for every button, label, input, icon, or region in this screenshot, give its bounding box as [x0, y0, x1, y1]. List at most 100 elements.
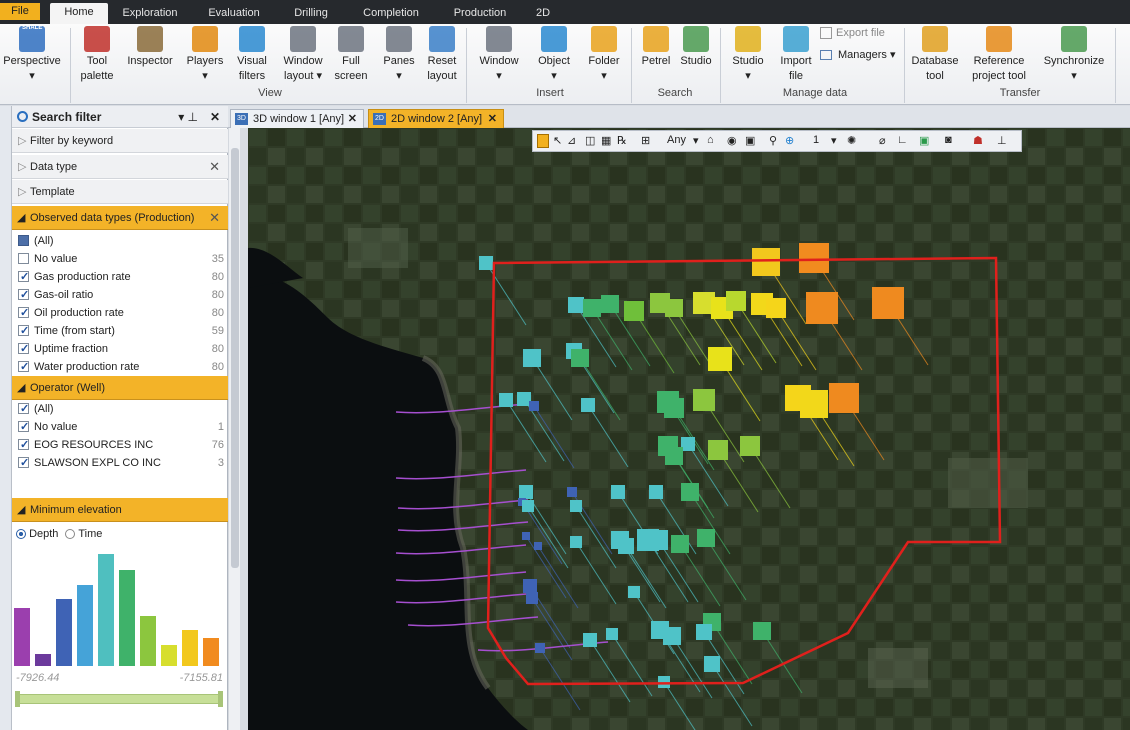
- well-marker[interactable]: [697, 529, 715, 547]
- window-button[interactable]: Window ▾: [476, 26, 522, 84]
- well-marker[interactable]: [671, 535, 689, 553]
- filter-row[interactable]: EOG RESOURCES INC 76: [12, 436, 228, 454]
- select-tool-icon[interactable]: [537, 134, 549, 148]
- well-marker[interactable]: [665, 299, 683, 317]
- grid-icon[interactable]: ▦: [601, 134, 611, 147]
- reference-project-tool-button[interactable]: Reference project tool: [964, 26, 1034, 84]
- well-marker[interactable]: [753, 622, 771, 640]
- pointer-icon[interactable]: ↖: [553, 134, 562, 147]
- well-marker[interactable]: [570, 500, 582, 512]
- filter-row[interactable]: Gas-oil ratio 80: [12, 286, 228, 304]
- well-marker[interactable]: [535, 643, 545, 653]
- well-marker[interactable]: [872, 287, 904, 319]
- pin-icon[interactable]: ▾ ⊥: [178, 106, 198, 128]
- well-marker[interactable]: [800, 390, 828, 418]
- draw-icon[interactable]: ⌀: [879, 134, 886, 147]
- home-view-icon[interactable]: ⌂: [707, 134, 714, 146]
- pin-icon[interactable]: ⊥: [997, 134, 1007, 147]
- full-screen-button[interactable]: Full screen: [334, 26, 368, 84]
- well-marker[interactable]: [649, 485, 663, 499]
- ribbon-tab-home[interactable]: Home: [50, 3, 108, 24]
- checkbox[interactable]: [18, 253, 29, 264]
- filter-row[interactable]: (All): [12, 400, 228, 418]
- well-marker[interactable]: [752, 248, 780, 276]
- perspective-button[interactable]: Perspective ▾: [0, 26, 64, 84]
- ribbon-tab-file[interactable]: File: [0, 3, 40, 20]
- clear-icon[interactable]: ✕: [209, 155, 220, 179]
- checkbox[interactable]: [18, 436, 29, 454]
- well-marker[interactable]: [534, 542, 542, 550]
- target-icon[interactable]: ⊕: [785, 134, 794, 147]
- well-marker[interactable]: [526, 592, 538, 604]
- filter-row[interactable]: Water production rate 80: [12, 358, 228, 376]
- filter-row[interactable]: (All): [12, 232, 228, 250]
- time-radio[interactable]: [65, 529, 76, 540]
- data-type-section[interactable]: ▷ Data type ✕: [12, 155, 228, 179]
- checkbox[interactable]: [18, 358, 29, 376]
- screenshot-icon[interactable]: ◙: [945, 134, 952, 146]
- well-marker[interactable]: [704, 656, 720, 672]
- well-marker[interactable]: [708, 347, 732, 371]
- well-marker[interactable]: [829, 383, 859, 413]
- close-tab-icon[interactable]: ✕: [488, 110, 497, 129]
- scale-value[interactable]: 1: [813, 134, 819, 146]
- filter-row[interactable]: Oil production rate 80: [12, 304, 228, 322]
- database-tool-button[interactable]: Database tool: [910, 26, 960, 84]
- observed-data-types-header[interactable]: ◢ Observed data types (Production) ✕: [12, 206, 228, 230]
- well-marker[interactable]: [664, 398, 684, 418]
- well-marker[interactable]: [581, 398, 595, 412]
- template-section[interactable]: ▷ Template: [12, 180, 228, 204]
- well-marker[interactable]: [648, 530, 668, 550]
- players-button[interactable]: Players ▾: [184, 26, 226, 84]
- filter-row[interactable]: No value 35: [12, 250, 228, 268]
- scroll-thumb[interactable]: [231, 148, 239, 568]
- well-marker[interactable]: [696, 624, 712, 640]
- window-layout-button[interactable]: Window layout ▾: [280, 26, 326, 84]
- axis-icon[interactable]: ∟: [897, 134, 908, 146]
- well-marker[interactable]: [740, 436, 760, 456]
- filter-row[interactable]: SLAWSON EXPL CO INC 3: [12, 454, 228, 472]
- checkbox[interactable]: [18, 304, 29, 322]
- well-marker[interactable]: [517, 392, 531, 406]
- export-file-button[interactable]: Export file: [820, 27, 885, 40]
- checkbox[interactable]: [18, 286, 29, 304]
- well-marker[interactable]: [663, 627, 681, 645]
- checkbox[interactable]: [18, 322, 29, 340]
- camera-icon[interactable]: ◫: [585, 134, 595, 147]
- well-marker[interactable]: [570, 536, 582, 548]
- slider-min-handle[interactable]: [15, 691, 20, 707]
- close-icon[interactable]: ✕: [210, 106, 220, 128]
- document-tab[interactable]: 3D 3D window 1 [Any] ✕: [230, 109, 364, 128]
- domain-select[interactable]: Any: [667, 134, 686, 146]
- object-button[interactable]: Object ▾: [532, 26, 576, 84]
- checkbox[interactable]: [18, 454, 29, 472]
- panes-button[interactable]: Panes ▾: [380, 26, 418, 84]
- well-marker[interactable]: [681, 483, 699, 501]
- filter-row[interactable]: Uptime fraction 80: [12, 340, 228, 358]
- checkbox[interactable]: [18, 400, 29, 418]
- managers-button[interactable]: Managers ▾: [820, 48, 896, 61]
- well-marker[interactable]: [658, 676, 670, 688]
- checkbox[interactable]: [18, 340, 29, 358]
- inspector-button[interactable]: Inspector: [122, 26, 178, 69]
- eye-icon[interactable]: ◉: [727, 134, 737, 147]
- well-marker[interactable]: [766, 298, 786, 318]
- checkbox[interactable]: [18, 268, 29, 286]
- well-marker[interactable]: [583, 633, 597, 647]
- zoom-icon[interactable]: ⚲: [769, 134, 777, 147]
- operator-header[interactable]: ◢ Operator (Well): [12, 376, 228, 400]
- ribbon-tab-evaluation[interactable]: Evaluation: [193, 4, 275, 24]
- filter-by-keyword-section[interactable]: ▷ Filter by keyword: [12, 129, 228, 153]
- side-tab-strip[interactable]: [0, 106, 12, 730]
- well-marker[interactable]: [665, 447, 683, 465]
- well-marker[interactable]: [806, 292, 838, 324]
- ribbon-tab-completion[interactable]: Completion: [350, 4, 432, 24]
- well-marker[interactable]: [529, 401, 539, 411]
- studio-search-button[interactable]: Studio: [676, 26, 716, 69]
- studio-manage-button[interactable]: Studio ▾: [728, 26, 768, 84]
- filter-row[interactable]: Gas production rate 80: [12, 268, 228, 286]
- synchronize-button[interactable]: Synchronize ▾: [1040, 26, 1108, 84]
- visual-filters-button[interactable]: Visual filters: [230, 26, 274, 84]
- import-file-button[interactable]: Import file: [774, 26, 818, 84]
- well-marker[interactable]: [618, 538, 634, 554]
